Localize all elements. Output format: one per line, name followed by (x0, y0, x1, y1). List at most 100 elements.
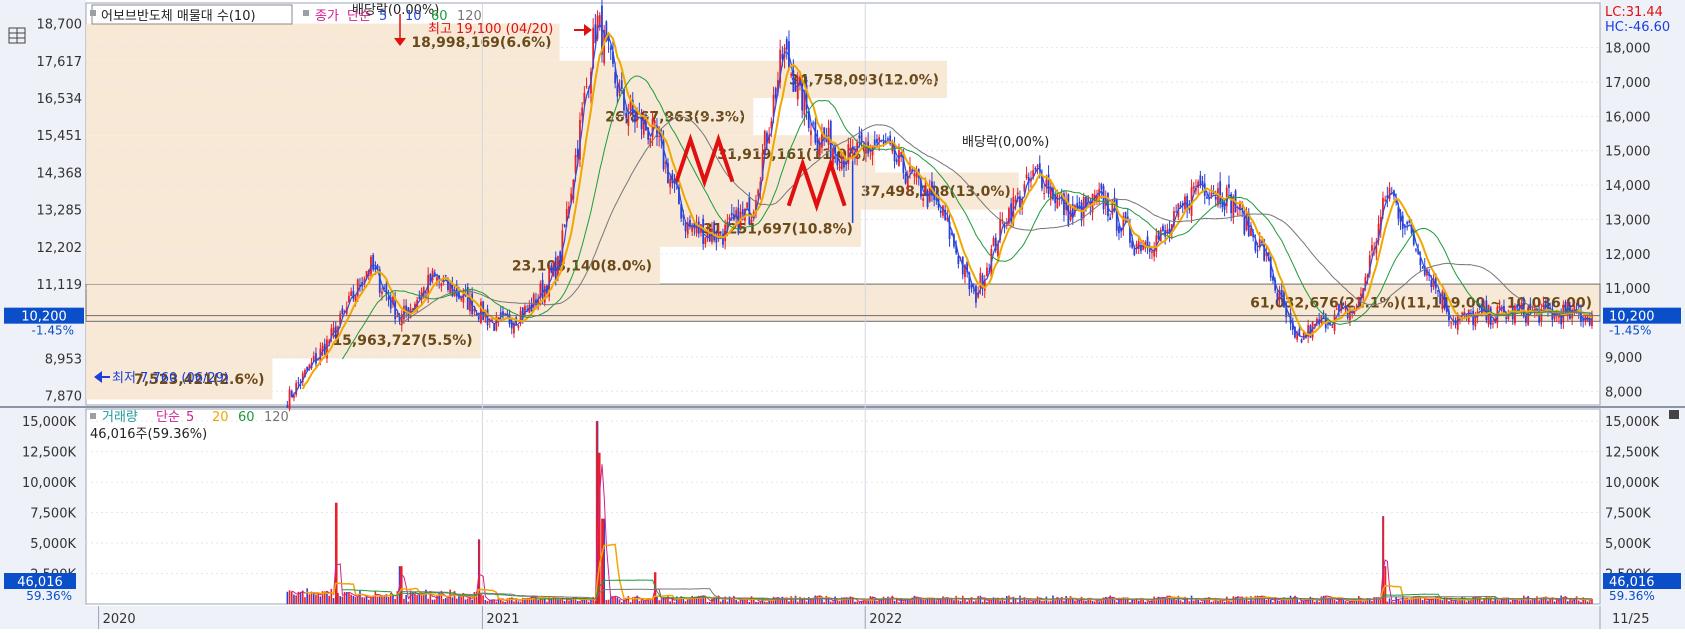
volume-bar (706, 602, 709, 604)
volume-bar (1529, 600, 1532, 604)
volume-bar (1016, 602, 1019, 604)
candle-body (1371, 245, 1373, 251)
candle-body (1500, 309, 1503, 311)
candle-body (1109, 217, 1112, 220)
volume-bar (704, 596, 707, 604)
volume-bar (563, 600, 566, 604)
candle-body (1487, 304, 1490, 325)
volume-bar (673, 602, 676, 604)
volume-bar (829, 601, 832, 604)
candle-body (658, 135, 661, 137)
candle-body (1023, 184, 1026, 192)
candle-body (550, 265, 553, 273)
volume-bar (1041, 601, 1043, 604)
volume-bar (865, 600, 867, 604)
volume-bar (1080, 596, 1083, 604)
volume-bar (1333, 599, 1336, 604)
volume-bar (616, 597, 619, 604)
candle-body (1228, 184, 1230, 188)
candle-body (1036, 165, 1039, 167)
volume-bar (748, 602, 751, 604)
volume-bar (614, 596, 616, 604)
y-tick-right: 17,000 (1605, 76, 1651, 91)
volume-bar (354, 596, 357, 604)
volume-bar (295, 595, 297, 604)
pane-minimize-icon[interactable] (1669, 410, 1679, 419)
volume-bar (1538, 600, 1540, 604)
volume-tick-right: 5,000K (1605, 537, 1651, 552)
candle-body (1214, 196, 1217, 200)
volume-bar (1560, 595, 1562, 604)
volume-bar (1492, 600, 1494, 604)
candle-body (926, 190, 929, 208)
volume-profile-label: 18,998,169(6.6%) (411, 35, 551, 51)
candle-body (1254, 241, 1257, 251)
candle-body (1078, 202, 1081, 204)
candle-body (858, 135, 861, 139)
volume-bar (418, 595, 421, 604)
volume-bar (1456, 601, 1459, 604)
y-tick-right: 11,000 (1605, 282, 1651, 297)
candle-body (904, 173, 907, 184)
volume-bar (486, 600, 489, 604)
volume-bar (587, 601, 590, 604)
volume-bar (1115, 601, 1118, 604)
candle-body (1056, 195, 1059, 209)
candle-body (1206, 196, 1208, 199)
volume-bar (1498, 600, 1501, 604)
volume-bar (856, 601, 858, 604)
candle-body (878, 137, 881, 141)
candle-body (790, 73, 793, 75)
chart-svg: 7,523,421(2.6%)15,963,727(5.5%)61,032,67… (0, 0, 1685, 629)
volume-bar (948, 598, 951, 604)
volume-bar (1536, 596, 1538, 604)
volume-bar (1588, 601, 1591, 604)
volume-bar (1228, 601, 1230, 604)
volume-bar (1091, 601, 1094, 604)
volume-bar (422, 593, 425, 604)
volume-bar (1485, 595, 1488, 604)
volume-bar (917, 599, 920, 604)
volume-bar (882, 596, 885, 604)
volume-bar (1129, 601, 1131, 604)
candle-body (1573, 305, 1576, 311)
candle-body (1360, 293, 1362, 296)
candle-body (609, 47, 612, 50)
volume-bar (935, 600, 938, 604)
volume-bar (1586, 601, 1589, 604)
volume-bar (1373, 597, 1375, 604)
volume-bar (1342, 599, 1345, 604)
volume-bar (1199, 601, 1202, 604)
stock-chart[interactable]: 7,523,421(2.6%) 15,963,727(5.5%) 61,032,67… (0, 0, 1685, 629)
volume-tick-left: 15,000K (22, 415, 76, 430)
candle-body (1151, 251, 1153, 253)
candle-body (620, 80, 623, 90)
candle-body (871, 147, 874, 156)
volume-legend-item: 60 (238, 410, 255, 425)
volume-bar (383, 595, 385, 604)
candle-body (1327, 323, 1329, 325)
volume-bar (458, 595, 460, 604)
volume-bar (1278, 600, 1281, 604)
volume-bar (1085, 600, 1087, 604)
candle-body (563, 224, 566, 227)
volume-bar (370, 598, 372, 604)
volume-bar (1175, 600, 1177, 604)
volume-bar (1399, 600, 1402, 604)
volume-bar (1318, 602, 1320, 604)
volume-legend-item: 20 (212, 410, 229, 425)
volume-bar (317, 593, 319, 604)
volume-bar (1481, 601, 1483, 604)
volume-bar (290, 591, 293, 604)
candle-body (1478, 306, 1481, 309)
volume-bar (898, 602, 900, 604)
candle-body (1461, 312, 1464, 315)
candle-body (477, 315, 480, 320)
volume-bar (766, 602, 768, 604)
volume-bar (972, 601, 975, 604)
candle-body (1016, 192, 1019, 195)
candle-body (1441, 291, 1444, 310)
candle-body (1421, 267, 1424, 269)
volume-bar (1074, 600, 1076, 604)
candle-body (517, 325, 520, 328)
